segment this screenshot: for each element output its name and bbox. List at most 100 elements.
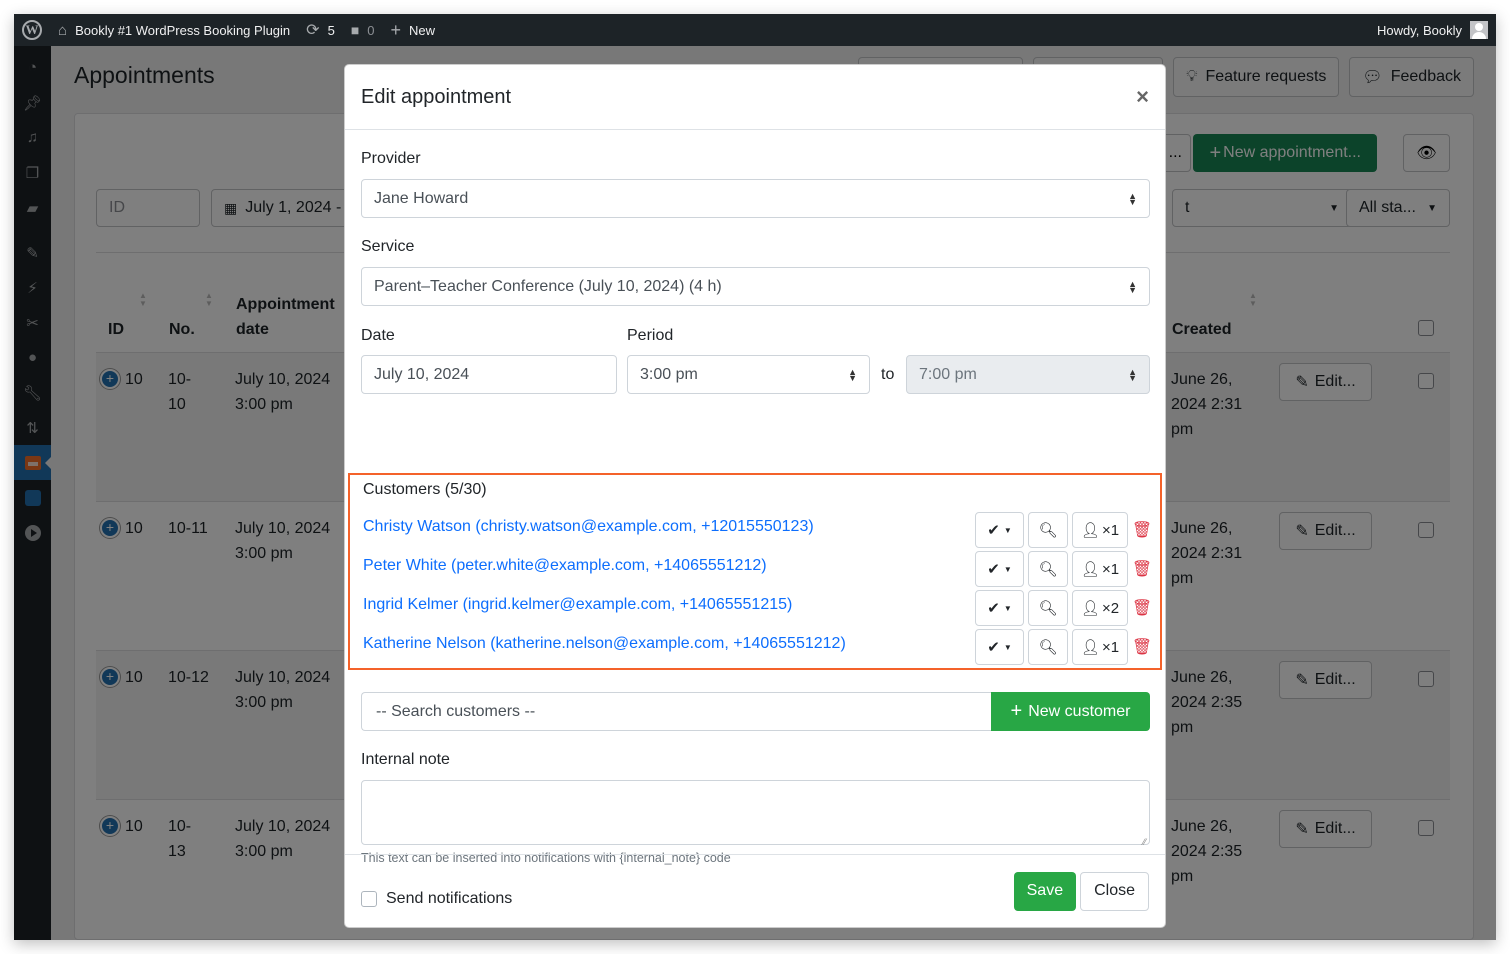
trash-icon[interactable]: 🗑︎	[1132, 598, 1152, 618]
customer-row: Katherine Nelson (katherine.nelson@examp…	[363, 629, 1152, 665]
provider-value: Jane Howard	[374, 189, 469, 207]
site-name-link[interactable]: ⌂ Bookly #1 WordPress Booking Plugin	[50, 14, 298, 46]
customer-link[interactable]: Peter White (peter.white@example.com, +1…	[363, 557, 767, 575]
updates-icon: ⟳	[306, 22, 320, 39]
persons-count: ×1	[1101, 521, 1120, 539]
customer-actions: ✔ ▼ 🔍︎ 👤︎ ×1 🗑︎	[975, 512, 1152, 548]
modal-title: Edit appointment	[361, 85, 512, 108]
new-content-link[interactable]: + New	[383, 14, 444, 46]
check-icon: ✔	[987, 600, 1000, 617]
date-value: July 10, 2024	[374, 365, 470, 383]
updates-link[interactable]: ⟳ 5	[298, 14, 343, 46]
internal-note-label: Internal note	[361, 751, 450, 768]
comments-link[interactable]: ■ 0	[343, 14, 383, 46]
persons-count: ×1	[1101, 560, 1120, 578]
customer-search-group: -- Search customers -- + New customer	[361, 692, 1150, 731]
avatar	[1470, 21, 1488, 39]
customers-section: Customers (5/30) Christy Watson (christy…	[348, 473, 1162, 670]
admin-bar: W ⌂ Bookly #1 WordPress Booking Plugin ⟳…	[14, 14, 1496, 46]
user-icon: 👤︎	[1080, 522, 1100, 539]
user-icon: 👤︎	[1080, 600, 1100, 617]
persons-button[interactable]: 👤︎ ×1	[1072, 551, 1128, 587]
date-label: Date	[361, 327, 395, 344]
customer-actions: ✔ ▼ 🔍︎ 👤︎ ×1 🗑︎	[975, 629, 1152, 665]
provider-select[interactable]: Jane Howard ▲ ▼	[361, 179, 1150, 218]
trash-icon[interactable]: 🗑︎	[1132, 637, 1152, 657]
payment-details-button[interactable]: 🔍︎	[1028, 590, 1068, 626]
new-label: New	[409, 22, 436, 38]
select-caret-icon: ▲ ▼	[848, 366, 857, 383]
modal-header: Edit appointment ×	[345, 65, 1165, 130]
search-dollar-icon: 🔍︎	[1038, 522, 1058, 539]
caret-down-icon: ▼	[1003, 603, 1012, 613]
period-end-select: 7:00 pm ▲ ▼	[906, 355, 1150, 394]
period-end-value: 7:00 pm	[919, 365, 977, 383]
check-icon: ✔	[987, 522, 1000, 539]
status-dropdown-button[interactable]: ✔ ▼	[975, 629, 1024, 665]
persons-count: ×1	[1101, 638, 1120, 656]
wordpress-logo-menu[interactable]: W	[14, 14, 50, 46]
save-button[interactable]: Save	[1013, 871, 1077, 911]
site-name: Bookly #1 WordPress Booking Plugin	[75, 22, 291, 38]
period-start-select[interactable]: 3:00 pm ▲ ▼	[627, 355, 870, 394]
status-dropdown-button[interactable]: ✔ ▼	[975, 590, 1024, 626]
user-icon: 👤︎	[1080, 561, 1100, 578]
user-icon: 👤︎	[1080, 639, 1100, 656]
select-caret-icon: ▲ ▼	[1128, 278, 1137, 295]
search-dollar-icon: 🔍︎	[1038, 600, 1058, 617]
persons-count: ×2	[1101, 599, 1120, 617]
caret-down-icon: ▼	[1003, 564, 1012, 574]
caret-down-icon: ▼	[1003, 642, 1012, 652]
customer-actions: ✔ ▼ 🔍︎ 👤︎ ×2 🗑︎	[975, 590, 1152, 626]
service-select[interactable]: Parent–Teacher Conference (July 10, 2024…	[361, 267, 1150, 306]
new-customer-label: New customer	[1028, 702, 1131, 720]
status-dropdown-button[interactable]: ✔ ▼	[975, 551, 1024, 587]
customers-label: Customers (5/30)	[363, 481, 487, 498]
payment-details-button[interactable]: 🔍︎	[1028, 629, 1068, 665]
search-placeholder: -- Search customers --	[376, 702, 536, 720]
plus-icon: +	[390, 19, 402, 40]
trash-icon[interactable]: 🗑︎	[1132, 559, 1152, 579]
edit-appointment-modal: Edit appointment × Provider Jane Howard …	[344, 64, 1166, 928]
select-caret-icon: ▲ ▼	[1128, 190, 1137, 207]
wordpress-icon: W	[22, 20, 42, 40]
persons-button[interactable]: 👤︎ ×1	[1072, 629, 1128, 665]
greeting: Howdy, Bookly	[1376, 22, 1462, 38]
customer-link[interactable]: Katherine Nelson (katherine.nelson@examp…	[363, 635, 846, 653]
payment-details-button[interactable]: 🔍︎	[1028, 512, 1068, 548]
modal-footer: Save Close	[345, 854, 1165, 927]
internal-note-textarea[interactable]	[361, 780, 1150, 847]
search-customers-input[interactable]: -- Search customers --	[361, 692, 991, 731]
customer-link[interactable]: Ingrid Kelmer (ingrid.kelmer@example.com…	[363, 596, 792, 614]
trash-icon[interactable]: 🗑︎	[1132, 520, 1152, 540]
updates-count: 5	[327, 22, 335, 38]
period-label: Period	[627, 327, 674, 344]
search-dollar-icon: 🔍︎	[1038, 639, 1058, 656]
home-icon: ⌂	[58, 21, 68, 39]
new-customer-button[interactable]: + New customer	[991, 692, 1150, 731]
provider-label: Provider	[361, 150, 421, 167]
my-account-menu[interactable]: Howdy, Bookly	[1377, 21, 1496, 39]
persons-button[interactable]: 👤︎ ×2	[1072, 590, 1128, 626]
payment-details-button[interactable]: 🔍︎	[1028, 551, 1068, 587]
customer-row: Peter White (peter.white@example.com, +1…	[363, 551, 1152, 587]
status-dropdown-button[interactable]: ✔ ▼	[975, 512, 1024, 548]
plus-icon: +	[1010, 700, 1023, 722]
persons-button[interactable]: 👤︎ ×1	[1072, 512, 1128, 548]
search-dollar-icon: 🔍︎	[1038, 561, 1058, 578]
check-icon: ✔	[987, 561, 1000, 578]
select-caret-icon: ▲ ▼	[1128, 366, 1137, 383]
browser-window: W ⌂ Bookly #1 WordPress Booking Plugin ⟳…	[14, 14, 1496, 940]
comments-count: 0	[367, 22, 375, 38]
close-icon[interactable]: ×	[1136, 84, 1149, 110]
check-icon: ✔	[987, 639, 1000, 656]
service-value: Parent–Teacher Conference (July 10, 2024…	[374, 277, 722, 295]
customer-link[interactable]: Christy Watson (christy.watson@example.c…	[363, 518, 814, 536]
customer-row: Ingrid Kelmer (ingrid.kelmer@example.com…	[363, 590, 1152, 626]
period-start-value: 3:00 pm	[640, 365, 698, 383]
close-button[interactable]: Close	[1080, 871, 1149, 911]
caret-down-icon: ▼	[1003, 525, 1012, 535]
date-input[interactable]: July 10, 2024	[361, 355, 617, 394]
service-label: Service	[361, 238, 415, 255]
customer-row: Christy Watson (christy.watson@example.c…	[363, 512, 1152, 548]
